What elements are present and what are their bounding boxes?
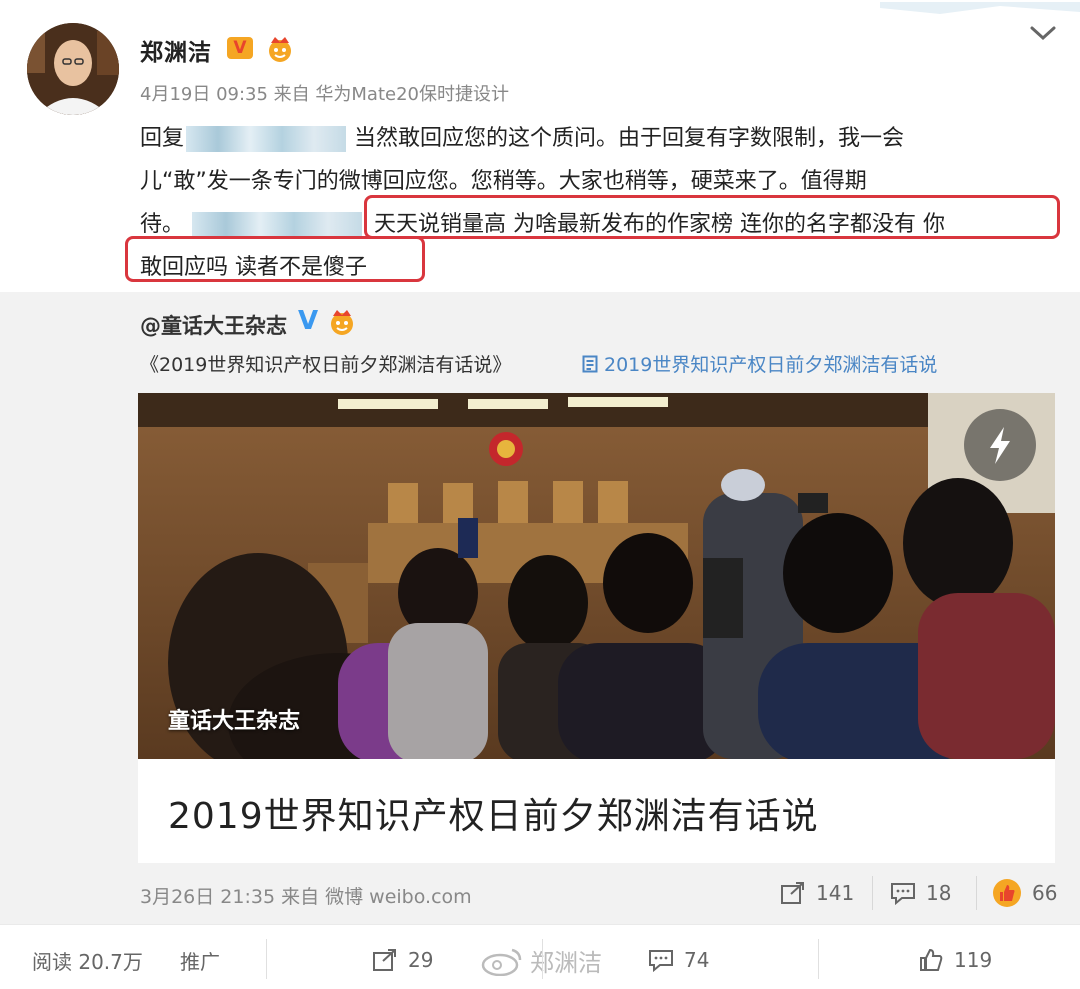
verified-v-badge: V bbox=[298, 306, 319, 336]
repost-author[interactable]: @童话大王杂志 bbox=[140, 310, 287, 340]
divider bbox=[976, 876, 977, 910]
lightning-button[interactable] bbox=[964, 409, 1036, 481]
article-link[interactable]: 2019世界知识产权日前夕郑渊洁有话说 bbox=[582, 350, 937, 377]
decorative-top-edge bbox=[880, 2, 1080, 14]
card-title: 2019世界知识产权日前夕郑渊洁有话说 bbox=[168, 796, 819, 837]
redacted-username bbox=[186, 126, 347, 152]
promote-button[interactable]: 推广 bbox=[180, 945, 220, 975]
comment-button[interactable]: 74 bbox=[648, 945, 709, 975]
comment-icon bbox=[649, 950, 673, 972]
repost-meta: 3月26日 21:35 来自 微博 weibo.com bbox=[140, 886, 472, 908]
weibo-watermark: 郑渊洁 bbox=[480, 943, 602, 978]
share-icon bbox=[781, 882, 804, 904]
share-icon bbox=[373, 949, 396, 971]
photo-caption: 童话大王杂志 bbox=[168, 709, 301, 734]
vip-crown-icon bbox=[331, 310, 353, 335]
repost-like-button[interactable]: 66 bbox=[992, 876, 1057, 910]
repost-forward-button[interactable]: 141 bbox=[780, 876, 854, 910]
divider bbox=[872, 876, 873, 910]
verified-v-badge: V bbox=[227, 37, 253, 59]
weibo-post: 郑渊洁 V 4月19日 09:35 来自 华为Mate20保时捷设计 回复 当然敢… bbox=[0, 0, 1080, 989]
like-button[interactable]: 119 bbox=[918, 945, 992, 975]
post-line-1: 回复 当然敢回应您的这个质问。由于回复有字数限制，我一会 bbox=[140, 126, 905, 152]
divider bbox=[542, 939, 543, 979]
courtroom-photo: 童话大王杂志 bbox=[138, 393, 1055, 759]
repost-text: 《2019世界知识产权日前夕郑渊洁有话说》 bbox=[140, 354, 512, 376]
reposted-content[interactable]: @童话大王杂志 V 《2019世界知识产权日前夕郑渊洁有话说》 2019世界知识… bbox=[0, 292, 1080, 924]
read-count: 阅读 20.7万 bbox=[32, 949, 143, 974]
divider bbox=[266, 939, 267, 979]
lightning-icon bbox=[990, 427, 1010, 464]
vip-crown-icon bbox=[269, 37, 291, 62]
redacted-username bbox=[192, 212, 363, 238]
like-icon bbox=[993, 879, 1021, 907]
chevron-down-icon[interactable] bbox=[1028, 22, 1058, 44]
author-avatar[interactable] bbox=[27, 23, 119, 115]
post-meta: 4月19日 09:35 来自 华为Mate20保时捷设计 bbox=[140, 84, 509, 105]
article-card[interactable]: 童话大王杂志 2019世界知识产权日前夕郑渊洁有话说 bbox=[138, 393, 1055, 863]
post-action-bar: 阅读 20.7万 推广 29 郑渊洁 74 119 bbox=[0, 924, 1080, 989]
repost-comment-button[interactable]: 18 bbox=[890, 876, 951, 910]
forward-button[interactable]: 29 bbox=[372, 945, 433, 975]
article-icon bbox=[582, 355, 598, 373]
divider bbox=[818, 939, 819, 979]
highlight-box bbox=[364, 195, 1060, 239]
author-name[interactable]: 郑渊洁 bbox=[140, 33, 212, 67]
thumbs-up-icon bbox=[920, 948, 943, 971]
highlight-box bbox=[125, 236, 425, 282]
weibo-logo-icon bbox=[481, 948, 522, 976]
comment-icon bbox=[891, 883, 915, 905]
